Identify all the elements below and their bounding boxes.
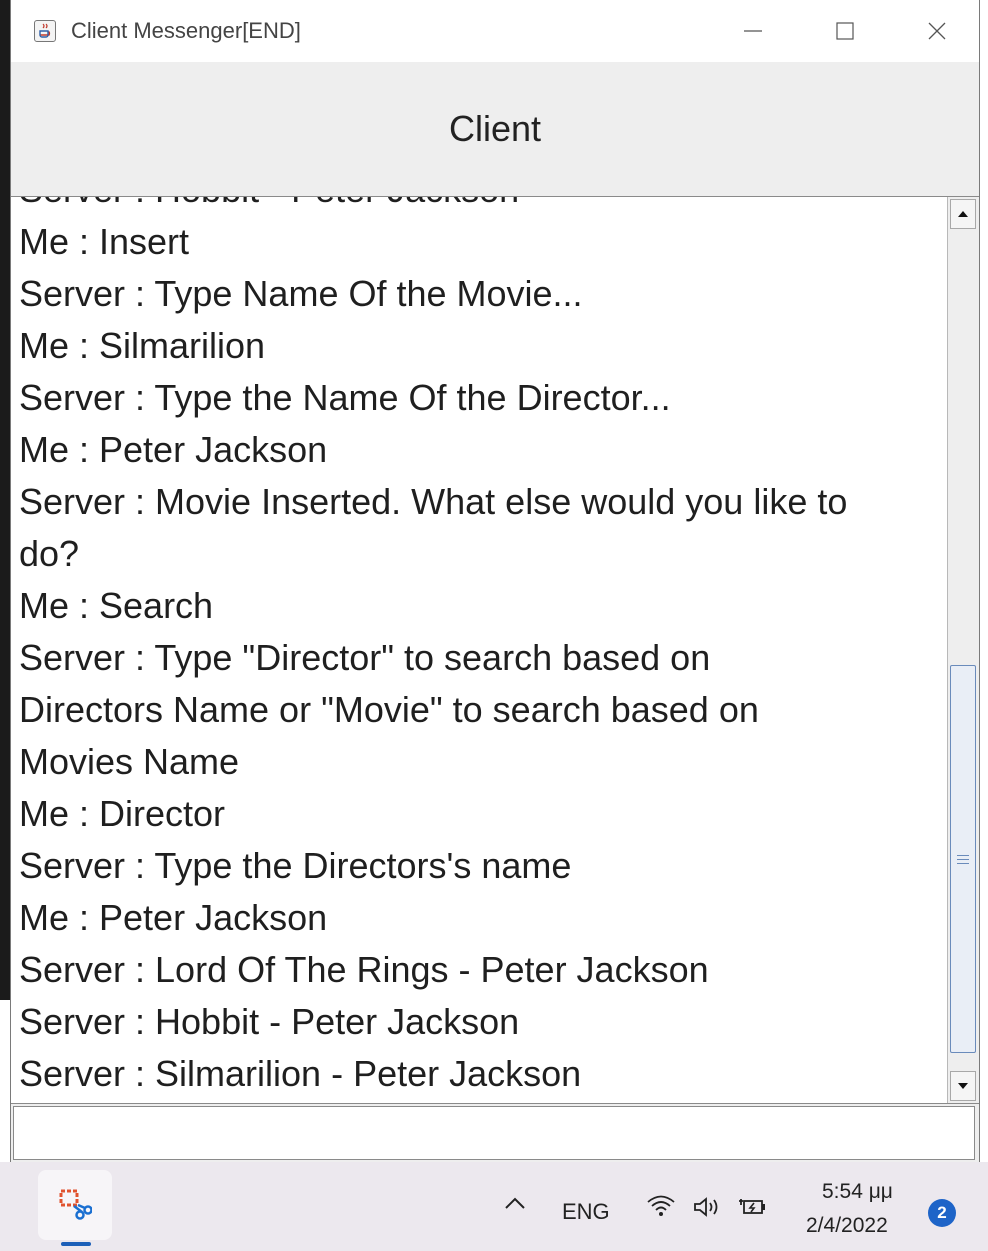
chat-line: Directors Name or "Movie" to search base… [19, 689, 759, 730]
title-bar[interactable]: Client Messenger[END] [11, 0, 979, 62]
volume-icon[interactable] [692, 1195, 722, 1224]
vertical-scrollbar[interactable] [947, 197, 979, 1103]
arrow-up-icon [958, 211, 968, 217]
chat-line: Movies Name [19, 741, 240, 782]
wifi-icon[interactable] [646, 1194, 676, 1223]
chat-line: Server : Type Name Of the Movie... [19, 273, 583, 314]
close-button[interactable] [907, 0, 967, 62]
header-label: Client [448, 108, 542, 149]
chat-line: Server : Hobbit - Peter Jackson [19, 197, 945, 216]
chat-text-area[interactable]: Server : Hobbit - Peter Jackson Me : Ins… [11, 196, 979, 1104]
java-coffee-icon[interactable] [34, 20, 56, 42]
arrow-down-icon [958, 1083, 968, 1089]
chat-line: Me : Silmarilion [19, 325, 266, 366]
active-app-indicator [61, 1242, 91, 1246]
chat-line: Server : Hobbit - Peter Jackson [19, 1001, 520, 1042]
scroll-down-button[interactable] [950, 1071, 976, 1101]
window-title: Client Messenger[END] [71, 18, 301, 43]
chat-line: Server : Type "Director" to search based… [19, 637, 711, 678]
clock-date[interactable]: 2/4/2022 [806, 1214, 888, 1238]
notification-badge[interactable]: 2 [928, 1199, 956, 1227]
scroll-thumb[interactable] [950, 665, 976, 1053]
scroll-up-button[interactable] [950, 199, 976, 229]
chat-line: Me : Director [19, 793, 226, 834]
close-icon [928, 22, 946, 40]
chat-line: Server : Silmarilion - Peter Jackson [19, 1053, 582, 1094]
client-messenger-window: Client Messenger[END] Client Server : Ho… [10, 0, 980, 1162]
maximize-icon [836, 22, 854, 40]
chat-line: Server : Movie Inserted. What else would… [19, 481, 848, 522]
language-indicator[interactable]: ENG [562, 1199, 610, 1225]
chat-line: Me : Peter Jackson [19, 429, 328, 470]
chevron-up-icon[interactable] [504, 1196, 526, 1215]
clock-time[interactable]: 5:54 μμ [822, 1180, 893, 1204]
chat-line: Server : Type the Directors's name [19, 845, 572, 886]
chat-line: Me : Search [19, 585, 214, 626]
chat-lines: Server : Hobbit - Peter Jackson Me : Ins… [19, 197, 945, 1100]
chat-line: do? [19, 533, 80, 574]
battery-charging-icon[interactable] [738, 1195, 768, 1224]
chat-line: Server : Type the Name Of the Director..… [19, 377, 671, 418]
taskbar-app-snipping-tool[interactable] [38, 1170, 112, 1240]
grip-icon [957, 854, 969, 864]
chat-line: Me : Peter Jackson [19, 897, 328, 938]
desktop-edge [0, 0, 10, 1000]
minimize-button[interactable] [723, 0, 783, 62]
snipping-tool-icon [59, 1189, 92, 1220]
chat-line: Me : Insert [19, 221, 190, 262]
taskbar: ENG 5:54 μμ 2/4/2022 2 [0, 1162, 988, 1251]
message-input[interactable] [13, 1106, 975, 1160]
minimize-icon [744, 30, 762, 32]
chat-line: Server : Lord Of The Rings - Peter Jacks… [19, 949, 709, 990]
maximize-button[interactable] [815, 0, 875, 62]
